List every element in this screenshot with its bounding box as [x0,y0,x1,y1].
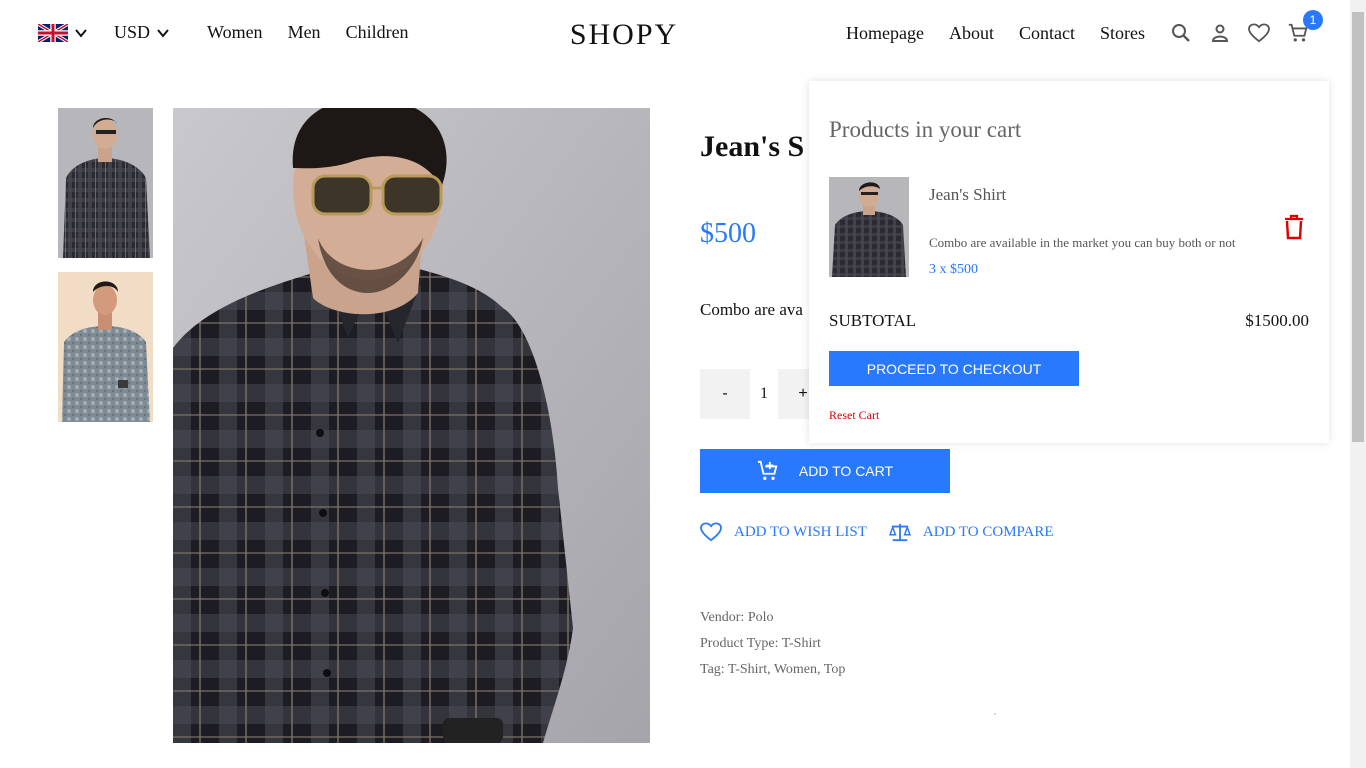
qty-value[interactable]: 1 [750,385,778,403]
product-price: $500 [700,218,756,249]
product-meta: Vendor: Polo Product Type: T-Shirt Tag: … [700,605,845,683]
add-to-wishlist-link[interactable]: ADD TO WISH LIST [700,522,867,542]
cart-icon[interactable]: 1 [1287,10,1323,44]
navbar: USD Women Men Children SHOPY Homepage Ab… [0,0,1350,70]
subtotal-value: $1500.00 [1245,311,1309,330]
cart-heading: Products in your cart [829,117,1022,142]
nav-link-contact[interactable]: Contact [1019,23,1075,44]
search-icon[interactable] [1170,22,1192,44]
subtotal-label: SUBTOTAL [829,311,917,330]
divider-dot [994,713,996,715]
add-cart-icon [757,460,778,480]
product-vendor: Vendor: Polo [700,610,774,625]
add-to-wishlist-label: ADD TO WISH LIST [734,523,867,540]
product-thumbnail[interactable] [58,272,153,422]
cart-item-name[interactable]: Jean's Shirt [929,185,1006,205]
nav-link-about[interactable]: About [949,23,994,44]
add-to-compare-label: ADD TO COMPARE [922,523,1054,540]
cart-dropdown: Products in your cart Jean's Shirt Combo… [809,81,1329,443]
product-actions: ADD TO WISH LIST ADD TO COMPARE [700,522,1076,542]
product-description: Combo are ava [700,300,803,319]
product-title: Jean's S [700,130,805,163]
qty-decrease-button[interactable]: - [700,369,750,419]
nav-link-stores[interactable]: Stores [1100,23,1145,44]
user-icon[interactable] [1209,22,1231,44]
nav-right: Homepage About Contact Stores 1 [846,10,1350,44]
balance-icon [888,523,911,542]
page-scrollbar[interactable] [1350,0,1366,768]
reset-cart-link[interactable]: Reset Cart [829,408,879,423]
product-main-image[interactable] [173,108,650,743]
add-to-compare-link[interactable]: ADD TO COMPARE [888,522,1054,542]
product-thumbnail[interactable] [58,108,153,258]
heart-icon[interactable] [1248,22,1270,44]
add-to-cart-label: ADD TO CART [798,463,894,479]
trash-icon[interactable] [1282,214,1306,240]
nav-link-homepage[interactable]: Homepage [846,23,924,44]
cart-count-badge: 1 [1302,10,1323,30]
product-type: Product Type: T-Shirt [700,636,821,651]
product-tags: Tag: T-Shirt, Women, Top [700,662,846,677]
cart-item-description: Combo are available in the market you ca… [929,235,1236,250]
scrollbar-thumb[interactable] [1352,12,1364,442]
heart-icon [700,522,722,542]
add-to-cart-button[interactable]: ADD TO CART [700,449,950,493]
cart-item-image[interactable] [829,177,909,277]
proceed-to-checkout-button[interactable]: PROCEED TO CHECKOUT [829,351,1079,386]
cart-item-qty-price: 3 x $500 [929,262,978,277]
